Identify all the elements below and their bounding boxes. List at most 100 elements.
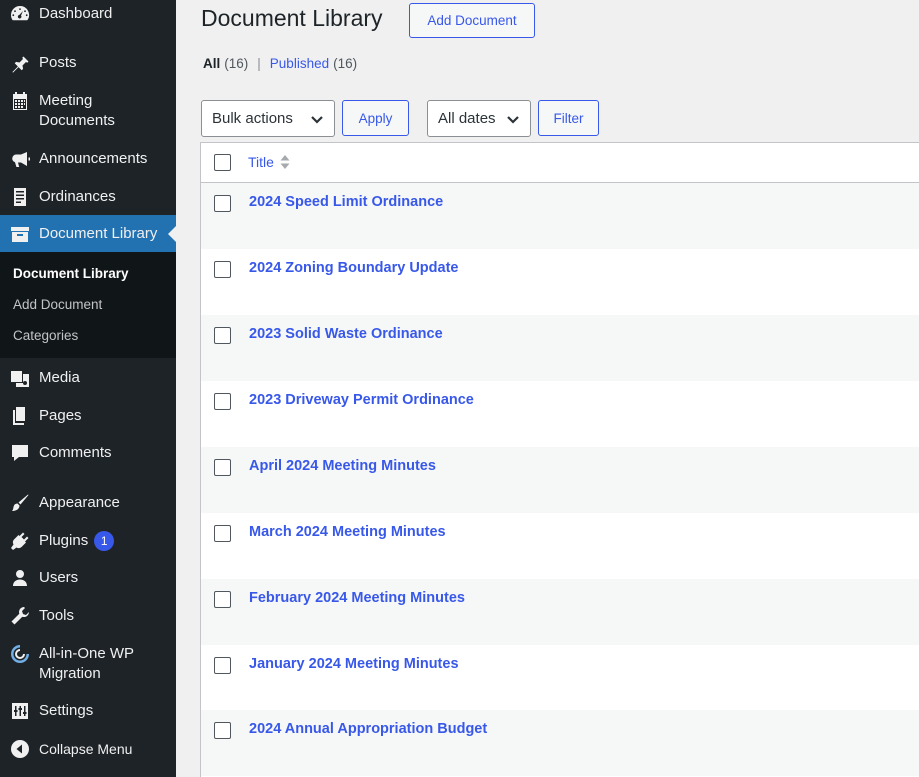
- comment-icon: [9, 443, 30, 464]
- filter-separator: |: [257, 56, 261, 71]
- migration-icon: [9, 643, 30, 664]
- sidebar-item-media[interactable]: Media: [0, 367, 176, 389]
- row-checkbox[interactable]: [214, 722, 231, 739]
- table-row: 2024 Speed Limit Ordinance: [201, 183, 919, 249]
- collapse-icon: [9, 739, 30, 760]
- date-filter-value: All dates: [438, 110, 496, 127]
- filter-all-link[interactable]: All: [203, 56, 220, 71]
- table-row: 2024 Zoning Boundary Update: [201, 249, 919, 315]
- document-title-link[interactable]: January 2024 Meeting Minutes: [249, 656, 459, 672]
- table-row: 2024 Annual Appropriation Budget: [201, 710, 919, 776]
- table-row: February 2024 Meeting Minutes: [201, 579, 919, 645]
- collapse-menu-button[interactable]: Collapse Menu: [0, 738, 176, 760]
- calendar-icon: [9, 90, 30, 111]
- filter-all-count: (16): [224, 56, 249, 71]
- table-header: Title: [201, 143, 919, 183]
- sidebar-item-document-library[interactable]: Document Library: [0, 215, 176, 252]
- sidebar-item-settings[interactable]: Settings: [0, 700, 176, 722]
- document-title-link[interactable]: 2024 Zoning Boundary Update: [249, 260, 458, 276]
- sidebar-item-users[interactable]: Users: [0, 567, 176, 589]
- document-title-link[interactable]: 2023 Solid Waste Ordinance: [249, 326, 443, 342]
- row-checkbox[interactable]: [214, 657, 231, 674]
- media-icon: [9, 368, 30, 389]
- document-title-link[interactable]: April 2024 Meeting Minutes: [249, 458, 436, 474]
- add-document-button[interactable]: Add Document: [409, 3, 535, 38]
- chevron-down-icon: [310, 112, 324, 126]
- sidebar-item-label: Appearance: [39, 494, 120, 511]
- apply-button[interactable]: Apply: [342, 100, 409, 136]
- main-content: Document Library Add Document All (16) |…: [176, 0, 919, 777]
- sidebar-item-label: All-in-One WP Migration: [39, 645, 134, 682]
- sidebar-item-label: Ordinances: [39, 188, 116, 205]
- table-row: 2023 Solid Waste Ordinance: [201, 315, 919, 381]
- row-checkbox[interactable]: [214, 327, 231, 344]
- sidebar-item-ordinances[interactable]: Ordinances: [0, 186, 176, 208]
- row-checkbox[interactable]: [214, 459, 231, 476]
- admin-sidebar: Dashboard Posts Meeting Documents Announ…: [0, 0, 176, 777]
- sidebar-item-all-in-one-wp-migration[interactable]: All-in-One WP Migration: [0, 643, 176, 685]
- bulk-actions-select[interactable]: Bulk actions: [201, 100, 335, 137]
- row-checkbox[interactable]: [214, 525, 231, 542]
- documents-table: Title 2024 Speed Limit Ordinance 2024 Zo…: [200, 142, 919, 777]
- sidebar-item-label: Users: [39, 569, 79, 586]
- sidebar-item-label: Document Library: [39, 224, 158, 242]
- document-title-link[interactable]: 2024 Annual Appropriation Budget: [249, 721, 487, 737]
- submenu-item-categories[interactable]: Categories: [13, 328, 78, 343]
- submenu-item-document-library[interactable]: Document Library: [13, 266, 129, 281]
- page-title: Document Library: [201, 5, 383, 31]
- table-row: April 2024 Meeting Minutes: [201, 447, 919, 513]
- row-checkbox[interactable]: [214, 591, 231, 608]
- document-title-link[interactable]: February 2024 Meeting Minutes: [249, 590, 465, 606]
- sort-icon: [280, 155, 290, 169]
- document-icon: [9, 187, 30, 208]
- sidebar-item-label: Media: [39, 369, 80, 386]
- filter-published-count: (16): [333, 56, 358, 71]
- sidebar-item-label: Announcements: [39, 150, 148, 167]
- pages-icon: [9, 406, 30, 427]
- document-library-submenu: Document Library Add Document Categories: [0, 252, 176, 358]
- sidebar-item-plugins[interactable]: Plugins 1: [0, 530, 176, 552]
- date-filter-select[interactable]: All dates: [427, 100, 531, 137]
- document-title-link[interactable]: 2023 Driveway Permit Ordinance: [249, 392, 474, 408]
- sidebar-item-posts[interactable]: Posts: [0, 52, 176, 74]
- dashboard-icon: [9, 4, 30, 25]
- document-title-link[interactable]: 2024 Speed Limit Ordinance: [249, 194, 443, 210]
- sidebar-item-label: Comments: [39, 444, 112, 461]
- title-column-header[interactable]: Title: [248, 154, 290, 170]
- sidebar-item-announcements[interactable]: Announcements: [0, 148, 176, 170]
- sidebar-item-appearance[interactable]: Appearance: [0, 492, 176, 514]
- sidebar-item-pages[interactable]: Pages: [0, 405, 176, 427]
- sidebar-item-label: Tools: [39, 607, 75, 624]
- user-icon: [9, 568, 30, 589]
- filter-button[interactable]: Filter: [538, 100, 599, 136]
- table-row: 2023 Driveway Permit Ordinance: [201, 381, 919, 447]
- settings-icon: [9, 701, 30, 722]
- sidebar-item-dashboard[interactable]: Dashboard: [0, 3, 176, 25]
- sidebar-item-tools[interactable]: Tools: [0, 605, 176, 627]
- filter-published-link[interactable]: Published: [270, 56, 329, 71]
- status-filter-links: All (16) | Published (16): [203, 56, 357, 71]
- chevron-down-icon: [506, 112, 520, 126]
- megaphone-icon: [9, 149, 30, 170]
- row-checkbox[interactable]: [214, 393, 231, 410]
- table-row: January 2024 Meeting Minutes: [201, 645, 919, 711]
- sidebar-item-meeting-documents[interactable]: Meeting Documents: [0, 90, 176, 132]
- wrench-icon: [9, 606, 30, 627]
- sidebar-item-label: Plugins 1: [39, 531, 115, 551]
- plugins-update-badge: 1: [94, 531, 115, 551]
- sidebar-item-label: Settings: [39, 702, 94, 719]
- title-column-label: Title: [248, 154, 274, 170]
- plugins-label: Plugins: [39, 532, 89, 549]
- sidebar-item-label: Dashboard: [39, 5, 113, 22]
- brush-icon: [9, 493, 30, 514]
- sidebar-item-label: Pages: [39, 407, 82, 424]
- row-checkbox[interactable]: [214, 195, 231, 212]
- row-checkbox[interactable]: [214, 261, 231, 278]
- pin-icon: [9, 53, 30, 74]
- sidebar-item-label: Meeting Documents: [39, 92, 115, 129]
- document-title-link[interactable]: March 2024 Meeting Minutes: [249, 524, 446, 540]
- submenu-item-add-document[interactable]: Add Document: [13, 297, 102, 312]
- select-all-checkbox[interactable]: [214, 154, 231, 171]
- sidebar-item-label: Collapse Menu: [39, 741, 133, 757]
- sidebar-item-comments[interactable]: Comments: [0, 442, 176, 464]
